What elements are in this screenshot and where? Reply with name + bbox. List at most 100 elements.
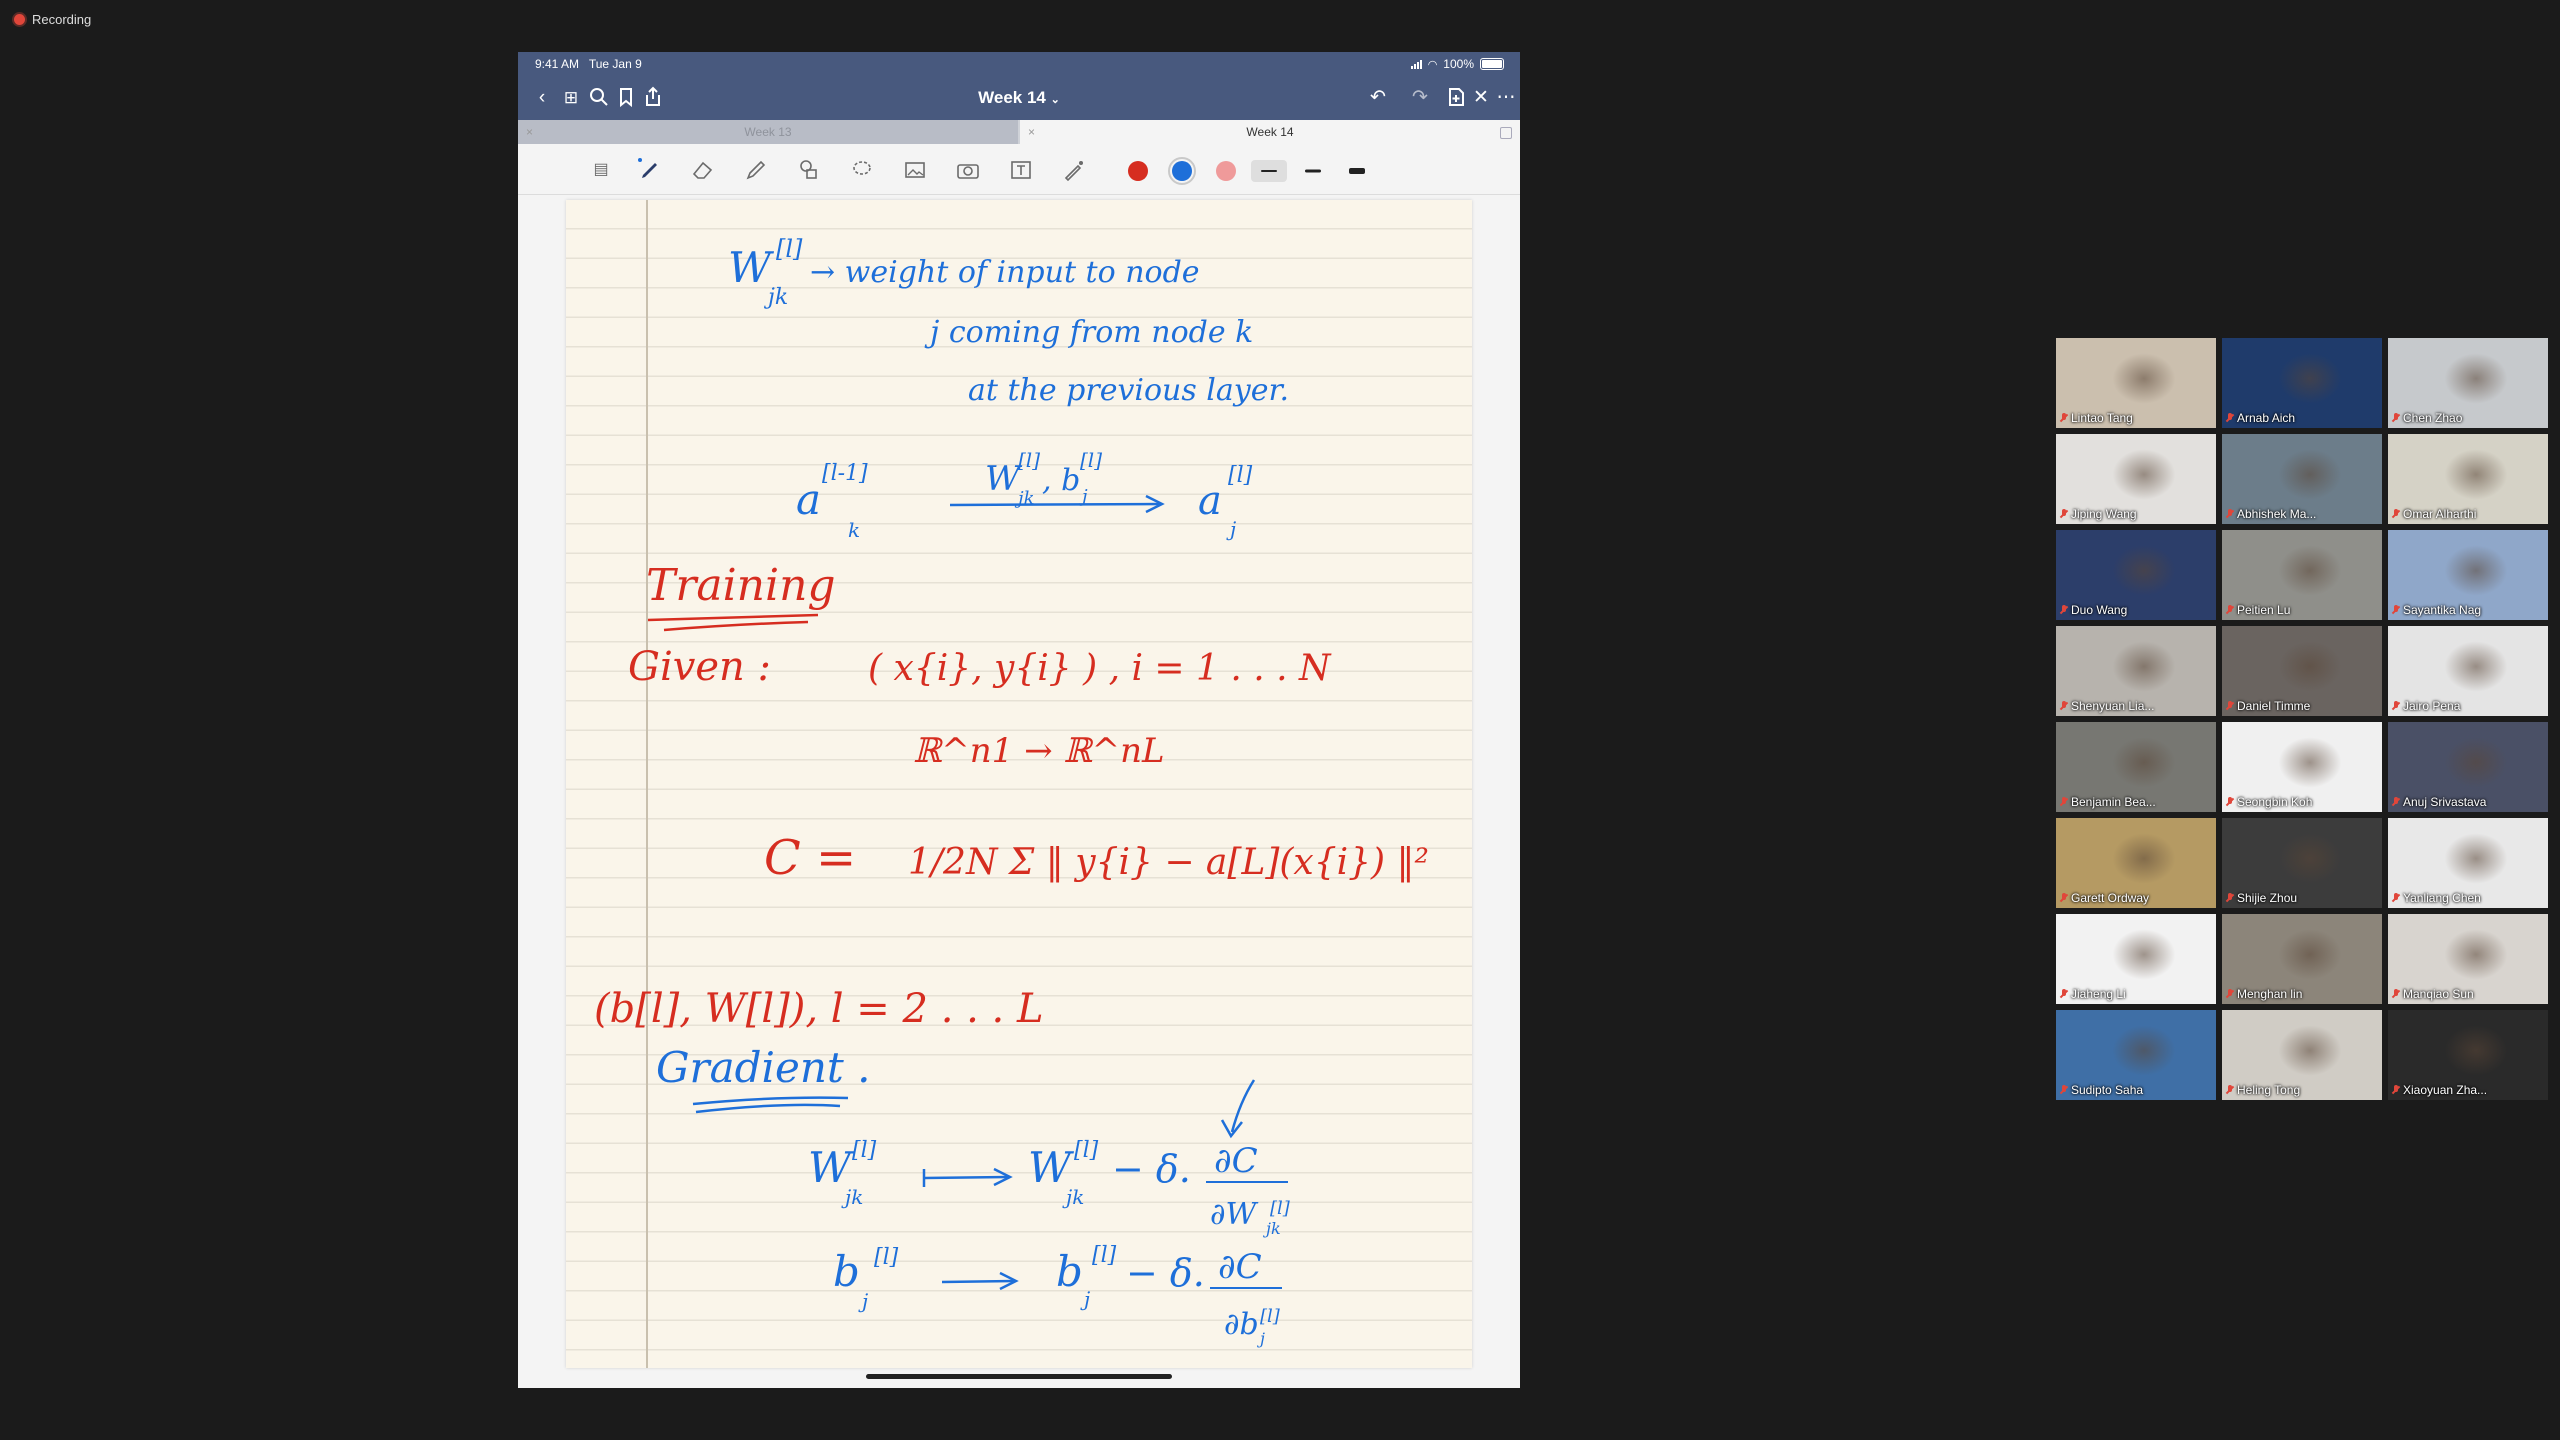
mic-muted-icon [2226,605,2234,615]
record-dot-icon [14,14,25,25]
participant-name: Daniel Timme [2237,699,2311,713]
arrow-line [949,502,1161,507]
svg-text:, b: , b [1042,463,1080,498]
svg-text:[l-1]: [l-1] [822,461,868,486]
participant-name: Chen Zhao [2403,411,2463,425]
mic-muted-icon [2392,893,2400,903]
participant-tile[interactable]: Manqiao Sun [2388,914,2548,1004]
recording-label: Recording [32,12,92,27]
mic-muted-icon [2060,893,2068,903]
mic-muted-icon [2060,509,2068,519]
participant-tile[interactable]: Heling Tong [2222,1010,2382,1100]
mic-muted-icon [2392,701,2400,711]
svg-text:a: a [1198,478,1222,524]
mic-muted-icon [2060,989,2068,999]
svg-text:− δ.: − δ. [1126,1251,1205,1295]
mic-muted-icon [2226,509,2234,519]
svg-text:k: k [848,518,860,542]
svg-text:∂b: ∂b [1224,1307,1259,1342]
mic-muted-icon [2226,413,2234,423]
participant-tile[interactable]: Chen Zhao [2388,338,2548,428]
svg-text:[l]: [l] [1092,1243,1117,1268]
data-pair: ( x{i}, y{i} ) , i = 1 . . . N [868,648,1332,689]
participant-tile[interactable]: Menghan lin [2222,914,2382,1004]
svg-text:[l]: [l] [1228,463,1253,488]
svg-text:[l]: [l] [874,1245,899,1270]
participant-name: Garett Ordway [2071,891,2150,905]
mic-muted-icon [2392,797,2400,807]
svg-text:[l]: [l] [1270,1198,1291,1219]
participant-name: Lintao Tang [2071,411,2133,425]
mic-muted-icon [2392,509,2400,519]
update-b-lhs: b [833,1247,860,1296]
participant-tile[interactable]: Anuj Srivastava [2388,722,2548,812]
svg-text:∂W: ∂W [1210,1197,1259,1232]
participant-tile[interactable]: Seongbin Koh [2222,722,2382,812]
participant-tile[interactable]: Lintao Tang [2056,338,2216,428]
svg-text:[l]: [l] [1080,448,1102,472]
participant-name: Heling Tong [2237,1083,2301,1097]
mic-muted-icon [2060,1085,2068,1095]
recording-indicator: Recording [14,12,91,27]
def-line-2: j coming from node k [924,315,1253,350]
participant-tile[interactable]: Sudipto Saha [2056,1010,2216,1100]
svg-text:jk: jk [841,1185,863,1209]
svg-text:jk: jk [1062,1185,1084,1209]
mic-muted-icon [2060,605,2068,615]
mic-muted-icon [2392,605,2400,615]
heading-training: Training [646,560,836,611]
participant-name: Yanliang Chen [2403,891,2481,905]
participant-tile[interactable]: Abhishek Ma... [2222,434,2382,524]
mic-muted-icon [2392,413,2400,423]
participant-tile[interactable]: Sayantika Nag [2388,530,2548,620]
home-indicator [866,1374,1172,1379]
participant-name: Omar Alharthi [2403,507,2477,521]
svg-text:j: j [1226,517,1236,541]
participant-tile[interactable]: Garett Ordway [2056,818,2216,908]
participant-tile[interactable]: Duo Wang [2056,530,2216,620]
svg-text:− δ.: − δ. [1112,1147,1191,1191]
participant-tile[interactable]: Daniel Timme [2222,626,2382,716]
parameters: (b[l], W[l]), l = 2 . . . L [594,986,1044,1032]
svg-text:[l]: [l] [1260,1306,1281,1327]
def-line-1: → weight of input to node [810,255,1200,290]
participant-tile[interactable]: Benjamin Bea... [2056,722,2216,812]
participant-tile[interactable]: Omar Alharthi [2388,434,2548,524]
participant-tile[interactable]: Shenyuan Lia... [2056,626,2216,716]
heading-gradient: Gradient . [656,1043,870,1092]
participant-name: Benjamin Bea... [2071,795,2156,809]
participant-tile[interactable]: Arnab Aich [2222,338,2382,428]
svg-text:jk: jk [1263,1219,1281,1238]
participant-tile[interactable]: Jiaheng Li [2056,914,2216,1004]
participant-name: Shijie Zhou [2237,891,2298,905]
input-output-spaces: ℝ^n1 → ℝ^nL [913,731,1165,771]
cost-rhs: 1/2N Σ ‖ y{i} − a[L](x{i}) ‖² [908,842,1429,883]
participant-name: Peitien Lu [2237,603,2291,617]
mic-muted-icon [2060,701,2068,711]
mic-muted-icon [2226,893,2234,903]
notation-a-k-l-1: a [796,475,821,524]
participant-name: Duo Wang [2071,603,2128,617]
svg-text:[l]: [l] [776,235,803,263]
participant-tile[interactable]: Jiping Wang [2056,434,2216,524]
svg-text:∂C: ∂C [1218,1247,1262,1287]
participant-tile[interactable]: Peitien Lu [2222,530,2382,620]
participant-tile[interactable]: Xiaoyuan Zha... [2388,1010,2548,1100]
participant-name: Sayantika Nag [2403,603,2482,617]
participant-name: Shenyuan Lia... [2071,699,2155,713]
mic-muted-icon [2392,1085,2400,1095]
mic-muted-icon [2226,797,2234,807]
mic-muted-icon [2226,1085,2234,1095]
svg-text:∂C: ∂C [1214,1141,1258,1181]
mic-muted-icon [2392,989,2400,999]
mic-muted-icon [2226,989,2234,999]
update-b-rhs: b [1056,1247,1083,1296]
participant-name: Jiaheng Li [2071,987,2126,1001]
mic-muted-icon [2060,797,2068,807]
participant-name: Abhishek Ma... [2237,507,2317,521]
participant-tile[interactable]: Shijie Zhou [2222,818,2382,908]
participant-tile[interactable]: Yanliang Chen [2388,818,2548,908]
participant-tile[interactable]: Jairo Pena [2388,626,2548,716]
participant-name: Anuj Srivastava [2403,795,2487,809]
given-label: Given : [628,644,771,690]
